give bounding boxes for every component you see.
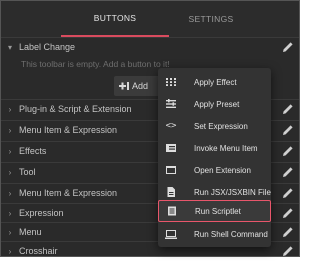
edit-pencil-icon[interactable]: [281, 244, 295, 258]
edit-pencil-icon[interactable]: [281, 225, 295, 239]
scriptlet-icon: [159, 200, 185, 222]
chevron-right-icon: ›: [8, 146, 12, 156]
chevron-right-icon: ›: [8, 246, 12, 256]
tab-settings[interactable]: SETTINGS: [169, 1, 253, 37]
chevron-right-icon: ›: [8, 167, 12, 177]
menu-item-run-scriptlet[interactable]: Run Scriptlet: [158, 200, 271, 222]
menu-item-open-extension[interactable]: Open Extension: [158, 159, 271, 181]
add-button-icon: [119, 82, 129, 90]
code-icon: <>: [165, 121, 177, 131]
group-label: Label Change: [19, 42, 76, 52]
group-row-label-change[interactable]: ▾ Label Change: [1, 37, 299, 56]
preset-icon: [158, 93, 184, 115]
menu-item-run-shell-command[interactable]: Run Shell Command: [158, 223, 271, 245]
edit-pencil-icon[interactable]: [281, 206, 295, 220]
add-button-menu: Apply Effect Apply Preset <> Set Express…: [158, 68, 271, 247]
edit-pencil-icon[interactable]: [281, 40, 295, 54]
chevron-right-icon: ›: [8, 208, 12, 218]
edit-pencil-icon[interactable]: [281, 102, 295, 116]
tab-bar: BUTTONS SETTINGS: [1, 1, 299, 37]
chevron-down-icon: ▾: [7, 42, 12, 52]
edit-pencil-icon[interactable]: [281, 165, 295, 179]
menu-item-apply-effect[interactable]: Apply Effect: [158, 71, 271, 93]
toolbar-editor-window: BUTTONS SETTINGS ▾ Label Change This too…: [0, 0, 300, 257]
edit-pencil-icon[interactable]: [281, 123, 295, 137]
chevron-right-icon: ›: [8, 188, 12, 198]
group-label: Crosshair: [19, 246, 58, 256]
add-button-label: Add: [132, 81, 149, 91]
extension-icon: [158, 159, 184, 181]
menu-item-icon: [158, 137, 184, 159]
terminal-icon: [158, 223, 184, 245]
menu-item-set-expression[interactable]: <> Set Expression: [158, 115, 271, 137]
empty-toolbar-message: This toolbar is empty. Add a button to i…: [21, 59, 170, 69]
chevron-right-icon: ›: [8, 104, 12, 114]
chevron-right-icon: ›: [8, 125, 12, 135]
tab-buttons[interactable]: BUTTONS: [61, 1, 169, 37]
edit-pencil-icon[interactable]: [281, 144, 295, 158]
menu-item-apply-preset[interactable]: Apply Preset: [158, 93, 271, 115]
menu-item-invoke-menu-item[interactable]: Invoke Menu Item: [158, 137, 271, 159]
chevron-right-icon: ›: [8, 227, 12, 237]
effect-icon: [158, 71, 184, 93]
edit-pencil-icon[interactable]: [281, 186, 295, 200]
